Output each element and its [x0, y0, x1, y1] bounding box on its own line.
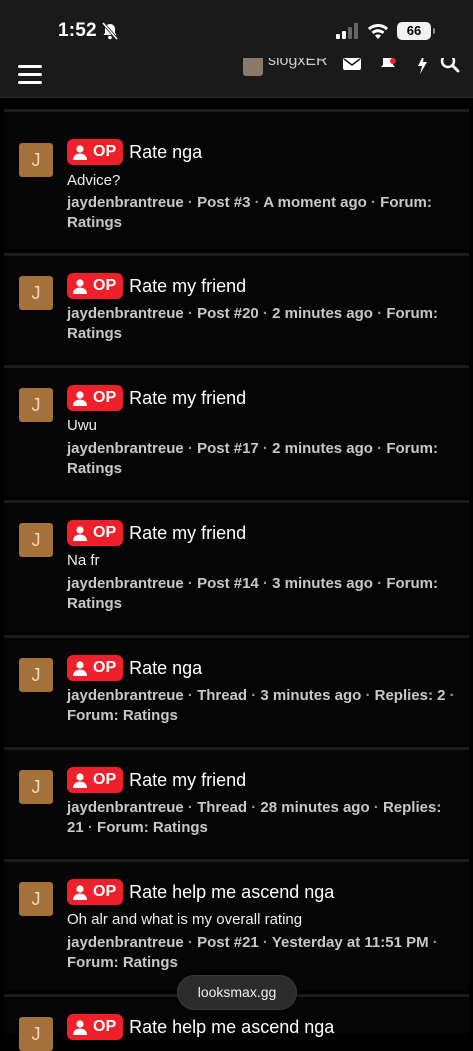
author-avatar[interactable]: J	[19, 882, 53, 916]
status-time: 1:52	[58, 20, 97, 41]
reply-count: Replies: 2	[374, 687, 446, 704]
list-item[interactable]: J OP Rate help me ascend nga Oh alr and …	[4, 859, 469, 991]
thread-title-link[interactable]: Rate my friend	[129, 276, 246, 297]
thread-title-link[interactable]: Rate nga	[129, 142, 202, 163]
author-link[interactable]: jaydenbrantreue	[67, 687, 184, 704]
status-bar: 1:52 66	[0, 0, 473, 58]
envelope-icon[interactable]	[342, 58, 362, 74]
post-meta: jaydenbrantreue · Post #3 · A moment ago…	[67, 194, 432, 231]
menu-icon[interactable]	[18, 65, 42, 85]
bell-icon[interactable]	[378, 58, 398, 74]
post-snippet: Na fr	[67, 552, 100, 569]
op-badge: OP	[67, 767, 124, 793]
post-time: Yesterday at 11:51 PM	[271, 934, 429, 951]
user-icon	[73, 660, 87, 676]
op-label: OP	[93, 524, 117, 541]
post-time: 3 minutes ago	[260, 687, 362, 704]
list-item[interactable]: J OP Rate my friend jaydenbrantreue · Th…	[4, 747, 469, 857]
user-icon	[73, 525, 87, 541]
wifi-icon	[368, 24, 388, 39]
op-badge: OP	[67, 1014, 124, 1040]
post-number: Post #21	[197, 934, 259, 951]
author-link[interactable]: jaydenbrantreue	[67, 305, 184, 322]
op-badge: OP	[67, 520, 124, 546]
thread-title-link[interactable]: Rate my friend	[129, 388, 246, 409]
post-number: Post #3	[197, 194, 251, 211]
author-avatar[interactable]: J	[19, 770, 53, 804]
op-label: OP	[93, 883, 117, 900]
browser-url-pill[interactable]: looksmax.gg	[177, 975, 297, 1010]
post-meta: jaydenbrantreue · Thread · 3 minutes ago…	[67, 687, 455, 724]
post-number: Post #20	[197, 305, 259, 322]
user-icon	[73, 144, 87, 160]
op-label: OP	[93, 771, 117, 788]
post-snippet: Advice?	[67, 172, 121, 189]
post-time: A moment ago	[263, 194, 367, 211]
op-label: OP	[93, 277, 117, 294]
op-label: OP	[93, 143, 117, 160]
user-avatar[interactable]	[243, 58, 263, 76]
site-navbar: slogxER	[0, 58, 473, 98]
post-meta: jaydenbrantreue · Post #14 · 3 minutes a…	[67, 575, 438, 612]
post-meta: jaydenbrantreue · Post #21 · Yesterday a…	[67, 934, 438, 971]
thread-title-link[interactable]: Rate my friend	[129, 770, 246, 791]
thread-title-link[interactable]: Rate nga	[129, 658, 202, 679]
thread-title-link[interactable]: Rate my friend	[129, 523, 246, 544]
post-number: Post #14	[197, 575, 259, 592]
op-badge: OP	[67, 879, 124, 905]
author-link[interactable]: jaydenbrantreue	[67, 440, 184, 457]
list-item[interactable]: J OP Rate my friend jaydenbrantreue · Po…	[4, 253, 469, 363]
post-snippet: Oh alr and what is my overall rating	[67, 911, 303, 928]
post-meta: jaydenbrantreue · Post #17 · 2 minutes a…	[67, 440, 438, 477]
lightning-icon[interactable]	[412, 58, 432, 74]
op-label: OP	[93, 389, 117, 406]
op-badge: OP	[67, 655, 124, 681]
post-meta: jaydenbrantreue · Thread · 28 minutes ag…	[67, 799, 442, 836]
list-item[interactable]: J OP Rate my friend Uwu jaydenbrantreue …	[4, 365, 469, 497]
forum-link[interactable]: Forum: Ratings	[67, 954, 178, 971]
user-icon	[73, 884, 87, 900]
user-icon	[73, 772, 87, 788]
author-avatar[interactable]: J	[19, 143, 53, 177]
bell-muted-icon	[101, 22, 119, 40]
author-link[interactable]: jaydenbrantreue	[67, 575, 184, 592]
author-link[interactable]: jaydenbrantreue	[67, 799, 184, 816]
forum-link[interactable]: Forum: Ratings	[97, 819, 208, 836]
cellular-signal-icon	[336, 23, 358, 39]
content-type: Thread	[197, 799, 248, 816]
battery-indicator: 66	[397, 22, 435, 40]
op-badge: OP	[67, 273, 124, 299]
user-icon	[73, 1019, 87, 1035]
author-avatar[interactable]: J	[19, 658, 53, 692]
author-avatar[interactable]: J	[19, 276, 53, 310]
post-time: 3 minutes ago	[272, 575, 373, 592]
forum-link[interactable]: Forum: Ratings	[67, 707, 178, 724]
author-link[interactable]: jaydenbrantreue	[67, 934, 184, 951]
user-icon	[73, 390, 87, 406]
list-item[interactable]: J OP Rate nga Advice? jaydenbrantreue · …	[4, 109, 469, 249]
list-item[interactable]: J OP Rate nga jaydenbrantreue · Thread ·…	[4, 635, 469, 745]
author-avatar[interactable]: J	[19, 1017, 53, 1051]
op-badge: OP	[67, 385, 124, 411]
author-link[interactable]: jaydenbrantreue	[67, 194, 184, 211]
thread-title-link[interactable]: Rate help me ascend nga	[129, 1017, 334, 1038]
list-item[interactable]: J OP Rate my friend Na fr jaydenbrantreu…	[4, 500, 469, 632]
post-number: Post #17	[197, 440, 259, 457]
thread-title-link[interactable]: Rate help me ascend nga	[129, 882, 334, 903]
nav-username[interactable]: slogxER	[268, 58, 328, 70]
author-avatar[interactable]: J	[19, 388, 53, 422]
author-avatar[interactable]: J	[19, 523, 53, 557]
search-icon[interactable]	[440, 58, 460, 74]
op-label: OP	[93, 659, 117, 676]
post-meta: jaydenbrantreue · Post #20 · 2 minutes a…	[67, 305, 438, 342]
post-time: 2 minutes ago	[272, 440, 373, 457]
user-icon	[73, 278, 87, 294]
content-type: Thread	[197, 687, 248, 704]
op-label: OP	[93, 1018, 117, 1035]
post-snippet: Uwu	[67, 417, 98, 434]
post-time: 28 minutes ago	[260, 799, 370, 816]
post-time: 2 minutes ago	[272, 305, 373, 322]
op-badge: OP	[67, 139, 124, 165]
